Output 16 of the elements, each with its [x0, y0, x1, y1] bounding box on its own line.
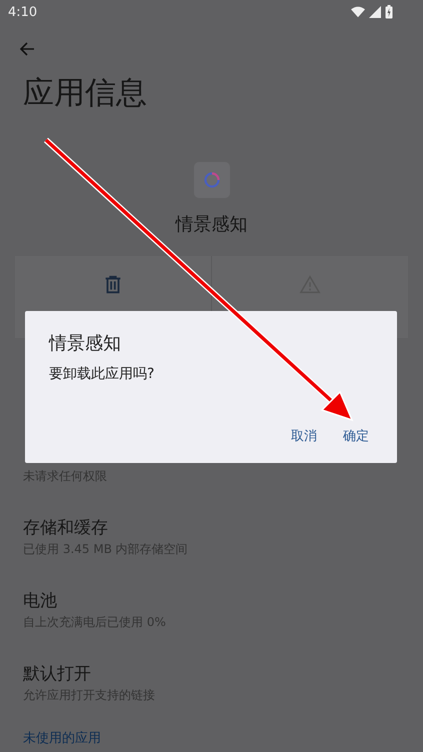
app-icon: [194, 162, 230, 198]
clock-time: 4:10: [8, 4, 38, 20]
dialog-title: 情景感知: [49, 332, 121, 355]
page-title: 应用信息: [23, 74, 147, 113]
app-name: 情景感知: [176, 213, 248, 236]
cancel-button[interactable]: 取消: [283, 423, 325, 449]
row-title[interactable]: 电池: [23, 589, 57, 614]
battery-icon: [385, 5, 393, 19]
section-header: 未使用的应用: [23, 731, 101, 746]
row-title[interactable]: 存储和缓存: [23, 516, 108, 541]
row-title[interactable]: 默认打开: [23, 662, 91, 687]
back-arrow-icon[interactable]: [19, 41, 35, 57]
signal-icon: [368, 6, 382, 18]
dialog-message: 要卸载此应用吗?: [49, 365, 154, 383]
wifi-icon: [351, 6, 365, 18]
confirm-button[interactable]: 确定: [335, 423, 377, 449]
